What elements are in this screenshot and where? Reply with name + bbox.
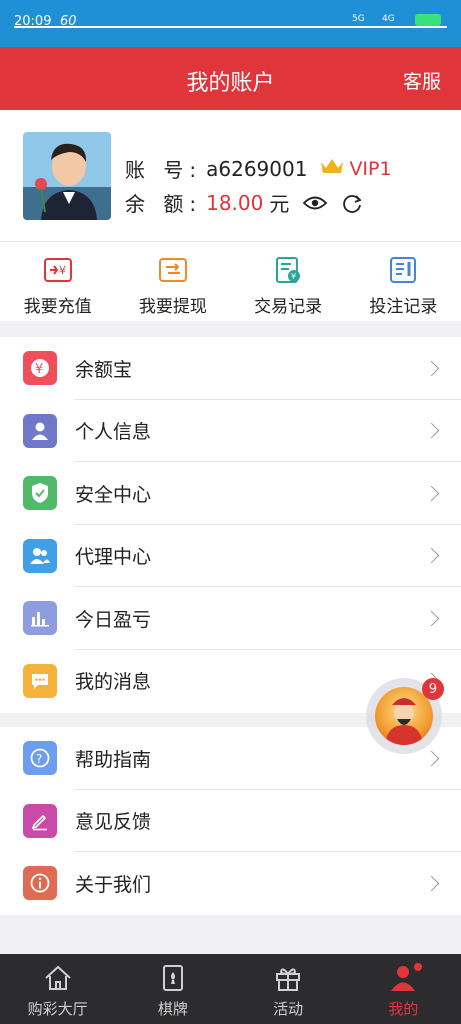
cards-icon bbox=[160, 964, 186, 994]
feedback-icon bbox=[23, 803, 57, 838]
menu-item-balance-treasure[interactable]: ¥ 余额宝 bbox=[0, 337, 461, 400]
info-icon bbox=[23, 866, 57, 901]
transaction-record-label: 交易记录 bbox=[254, 297, 323, 317]
eye-icon[interactable] bbox=[303, 195, 328, 211]
chevron-right-icon bbox=[423, 547, 440, 564]
account-line: 账 号: a6269001 VIP1 bbox=[125, 154, 392, 183]
home-icon bbox=[43, 964, 73, 994]
recharge-label: 我要充值 bbox=[23, 297, 92, 317]
recharge-icon: ¥ bbox=[43, 256, 73, 286]
menu-item-label: 我的消息 bbox=[75, 671, 152, 694]
svg-text:¥: ¥ bbox=[59, 264, 66, 277]
menu-item-label: 帮助指南 bbox=[75, 748, 152, 771]
currency-label: 元 bbox=[269, 192, 290, 216]
menu-item-agent-center[interactable]: 代理中心 bbox=[0, 525, 461, 587]
menu-item-today-pnl[interactable]: 今日盈亏 bbox=[0, 587, 461, 650]
bar-chart-icon bbox=[23, 601, 57, 636]
svg-text:?: ? bbox=[36, 752, 42, 766]
chevron-right-icon bbox=[423, 422, 440, 439]
menu-item-label: 余额宝 bbox=[75, 358, 133, 381]
svg-text:¥: ¥ bbox=[35, 362, 43, 377]
withdraw-icon bbox=[158, 256, 188, 286]
tab-label: 购彩大厅 bbox=[27, 1000, 88, 1018]
menu-item-label: 意见反馈 bbox=[75, 811, 152, 834]
svg-text:¥: ¥ bbox=[291, 272, 296, 281]
page-title: 我的账户 bbox=[186, 71, 275, 96]
status-bar: 20:09 60 5G 4G bbox=[0, 0, 461, 47]
withdraw-label: 我要提现 bbox=[138, 297, 207, 317]
balance-line: 余 额: 18.00 元 bbox=[125, 188, 363, 217]
refresh-icon[interactable] bbox=[341, 192, 363, 214]
notification-dot bbox=[413, 963, 422, 971]
title-bar: 我的账户 客服 bbox=[0, 47, 461, 110]
profile-card: 账 号: a6269001 VIP1 余 额: 18.00 元 bbox=[0, 110, 461, 242]
bet-record-label: 投注记录 bbox=[369, 297, 438, 317]
chevron-right-icon bbox=[423, 750, 440, 767]
help-icon: ? bbox=[23, 741, 57, 776]
customer-service-button[interactable]: 客服 bbox=[403, 67, 441, 94]
chevron-right-icon bbox=[423, 610, 440, 627]
avatar[interactable] bbox=[23, 132, 111, 220]
crown-icon bbox=[319, 156, 345, 181]
transaction-record-button[interactable]: ¥ 交易记录 bbox=[231, 242, 346, 321]
menu-item-label: 今日盈亏 bbox=[75, 608, 152, 631]
chevron-right-icon bbox=[423, 485, 440, 502]
floating-promo-button[interactable]: 9 bbox=[366, 678, 444, 754]
tab-label: 我的 bbox=[388, 1000, 419, 1018]
tab-lottery-hall[interactable]: 购彩大厅 bbox=[0, 954, 115, 1024]
recharge-button[interactable]: ¥ 我要充值 bbox=[0, 242, 115, 321]
balance-value: 18.00 bbox=[206, 190, 264, 215]
menu-item-label: 关于我们 bbox=[75, 873, 152, 896]
menu-item-label: 个人信息 bbox=[75, 421, 152, 444]
battery-icon bbox=[415, 14, 441, 26]
gift-icon bbox=[273, 964, 303, 994]
withdraw-button[interactable]: 我要提现 bbox=[115, 242, 230, 321]
yen-icon: ¥ bbox=[23, 351, 57, 386]
menu-item-label: 代理中心 bbox=[75, 546, 152, 569]
message-icon bbox=[23, 663, 57, 698]
balance-label: 余 额: bbox=[125, 192, 203, 216]
chevron-right-icon bbox=[423, 875, 440, 892]
tab-label: 棋牌 bbox=[157, 1000, 188, 1018]
signal-4g-label: 4G bbox=[382, 14, 395, 24]
people-icon bbox=[23, 538, 57, 573]
account-menu: ¥ 余额宝 个人信息 安全中心 代理中心 今日盈亏 我的消息 bbox=[0, 337, 461, 713]
tab-label: 活动 bbox=[273, 1000, 304, 1018]
account-value: a6269001 bbox=[206, 156, 308, 181]
support-menu: ? 帮助指南 意见反馈 关于我们 bbox=[0, 727, 461, 915]
tab-chess-cards[interactable]: 棋牌 bbox=[115, 954, 230, 1024]
tab-activities[interactable]: 活动 bbox=[231, 954, 346, 1024]
tab-mine[interactable]: 我的 bbox=[346, 954, 461, 1024]
account-label: 账 号: bbox=[125, 158, 203, 182]
menu-item-security-center[interactable]: 安全中心 bbox=[0, 462, 461, 525]
menu-item-label: 安全中心 bbox=[75, 483, 152, 506]
menu-item-about-us[interactable]: 关于我们 bbox=[0, 852, 461, 915]
menu-item-feedback[interactable]: 意见反馈 bbox=[0, 790, 461, 852]
menu-item-personal-info[interactable]: 个人信息 bbox=[0, 400, 461, 462]
status-divider bbox=[14, 26, 447, 28]
person-icon bbox=[23, 413, 57, 448]
chevron-right-icon bbox=[423, 360, 440, 377]
vip-level: VIP1 bbox=[349, 157, 392, 180]
bottom-nav: 购彩大厅 棋牌 活动 我的 bbox=[0, 954, 461, 1024]
bet-record-button[interactable]: 投注记录 bbox=[346, 242, 461, 321]
shield-icon bbox=[23, 476, 57, 511]
bet-record-icon bbox=[388, 256, 418, 286]
notification-badge: 9 bbox=[422, 678, 444, 700]
quick-actions: ¥ 我要充值 我要提现 ¥ 交易记录 投注记录 bbox=[0, 242, 461, 321]
transaction-record-icon: ¥ bbox=[273, 256, 303, 286]
signal-5g-label: 5G bbox=[352, 14, 365, 24]
